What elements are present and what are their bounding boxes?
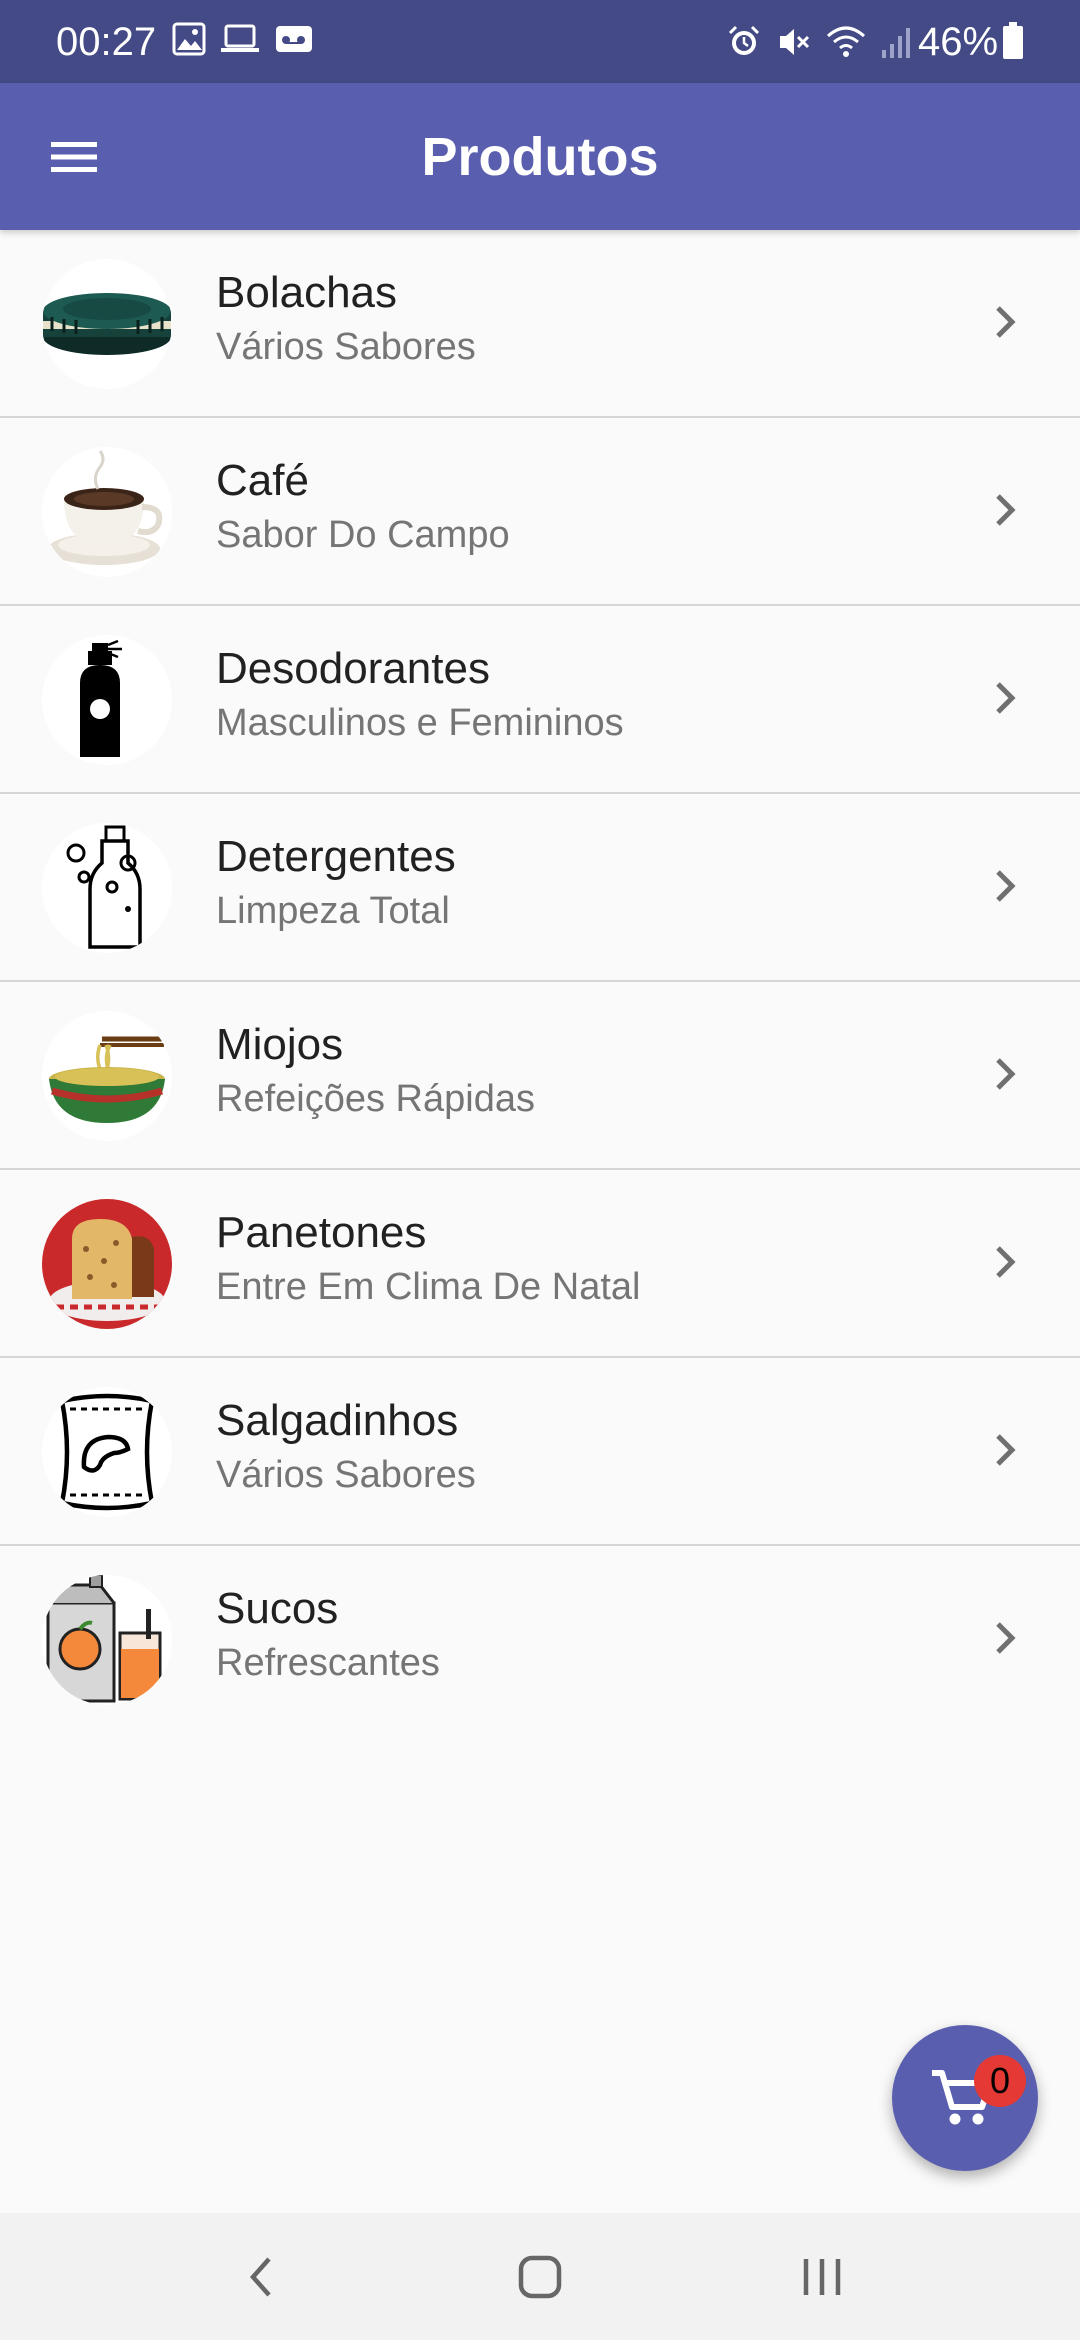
alarm-icon	[728, 25, 760, 55]
product-name: Detergentes	[216, 832, 456, 881]
chevron-right-icon	[996, 1434, 1016, 1466]
product-name: Sucos	[216, 1584, 339, 1633]
chevron-right-icon	[996, 306, 1016, 338]
list-item-cafe[interactable]: Café Sabor Do Campo	[0, 418, 1080, 606]
product-subtitle: Refrescantes	[216, 1642, 440, 1684]
recents-button[interactable]	[792, 2249, 852, 2305]
list-item-miojos[interactable]: Miojos Refeições Rápidas	[0, 982, 1080, 1170]
product-name: Salgadinhos	[216, 1396, 459, 1445]
page-title: Produtos	[421, 127, 659, 187]
list-item-salgadinhos[interactable]: Salgadinhos Vários Sabores	[0, 1358, 1080, 1546]
noodles-icon	[42, 1011, 172, 1141]
chevron-right-icon	[996, 682, 1016, 714]
product-name: Desodorantes	[216, 644, 490, 693]
product-name: Miojos	[216, 1020, 344, 1069]
product-name: Café	[216, 456, 309, 505]
chevron-right-icon	[996, 1622, 1016, 1654]
product-subtitle: Vários Sabores	[216, 1454, 476, 1496]
navigation-bar	[0, 2213, 1080, 2340]
list-item-panetones[interactable]: Panetones Entre Em Clima De Natal	[0, 1170, 1080, 1358]
list-item-bolachas[interactable]: Bolachas Vários Sabores	[0, 230, 1080, 418]
coffee-icon	[42, 447, 172, 577]
signal-icon	[882, 28, 910, 58]
product-list: Bolachas Vários Sabores Café Sabor Do Ca…	[0, 230, 1080, 1734]
chevron-right-icon	[996, 1058, 1016, 1090]
battery-icon	[1003, 22, 1023, 59]
panettone-icon	[42, 1199, 172, 1329]
cart-button[interactable]: 0	[892, 2025, 1038, 2171]
status-bar: 00:27 46%	[0, 0, 1080, 83]
product-subtitle: Masculinos e Femininos	[216, 702, 624, 744]
product-subtitle: Vários Sabores	[216, 326, 476, 368]
recents-icon	[803, 2259, 841, 2295]
detergent-icon	[42, 823, 172, 953]
biscuit-icon	[42, 259, 172, 389]
list-item-desodorantes[interactable]: Desodorantes Masculinos e Femininos	[0, 606, 1080, 794]
laptop-icon	[221, 24, 259, 52]
product-subtitle: Entre Em Clima De Natal	[216, 1266, 641, 1308]
battery-percentage: 46%	[918, 20, 999, 64]
home-button[interactable]	[510, 2249, 570, 2305]
cart-count-badge: 0	[974, 2055, 1026, 2107]
image-icon	[172, 22, 206, 56]
product-subtitle: Sabor Do Campo	[216, 514, 510, 556]
back-icon	[249, 2257, 271, 2297]
chips-icon	[42, 1387, 172, 1517]
home-icon	[518, 2255, 562, 2299]
product-subtitle: Refeições Rápidas	[216, 1078, 535, 1120]
product-subtitle: Limpeza Total	[216, 890, 450, 932]
chevron-right-icon	[996, 494, 1016, 526]
status-time: 00:27	[56, 20, 157, 64]
list-item-detergentes[interactable]: Detergentes Limpeza Total	[0, 794, 1080, 982]
product-name: Bolachas	[216, 268, 398, 317]
chevron-right-icon	[996, 1246, 1016, 1278]
list-item-sucos[interactable]: Sucos Refrescantes	[0, 1546, 1080, 1734]
app-bar: Produtos	[0, 83, 1080, 230]
spray-icon	[42, 635, 172, 765]
back-button[interactable]	[230, 2249, 290, 2305]
mute-icon	[780, 29, 810, 55]
voicemail-icon	[276, 26, 312, 52]
product-name: Panetones	[216, 1208, 427, 1257]
wifi-icon	[827, 26, 865, 57]
chevron-right-icon	[996, 870, 1016, 902]
juice-icon	[42, 1575, 172, 1705]
